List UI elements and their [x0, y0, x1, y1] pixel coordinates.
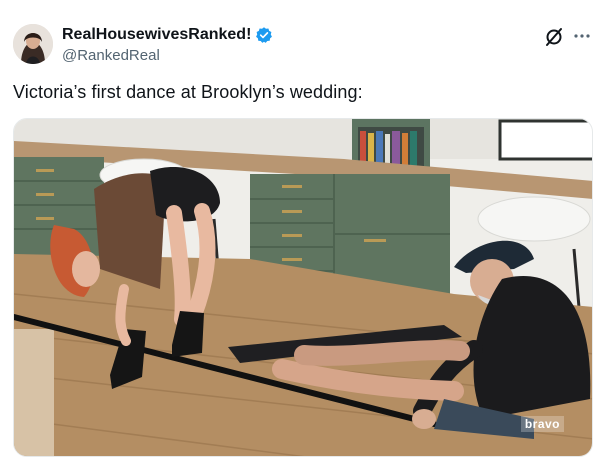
verified-badge-icon — [255, 26, 273, 44]
media-photo — [14, 119, 592, 456]
tweet-card: RealHousewivesRanked! @RankedReal Victor… — [0, 0, 600, 468]
tweet-text: Victoria’s first dance at Brooklyn’s wed… — [13, 82, 363, 102]
author-handle[interactable]: @RankedReal — [62, 47, 160, 64]
author-name-row: RealHousewivesRanked! — [62, 26, 273, 44]
media-watermark: bravo — [520, 416, 564, 432]
author-avatar[interactable] — [13, 24, 53, 64]
more-options-icon[interactable] — [570, 24, 594, 48]
author-display-name[interactable]: RealHousewivesRanked! — [62, 26, 251, 44]
grok-icon[interactable] — [543, 26, 565, 48]
avatar-image — [13, 24, 53, 64]
tweet-media-image[interactable]: bravo — [13, 118, 593, 457]
